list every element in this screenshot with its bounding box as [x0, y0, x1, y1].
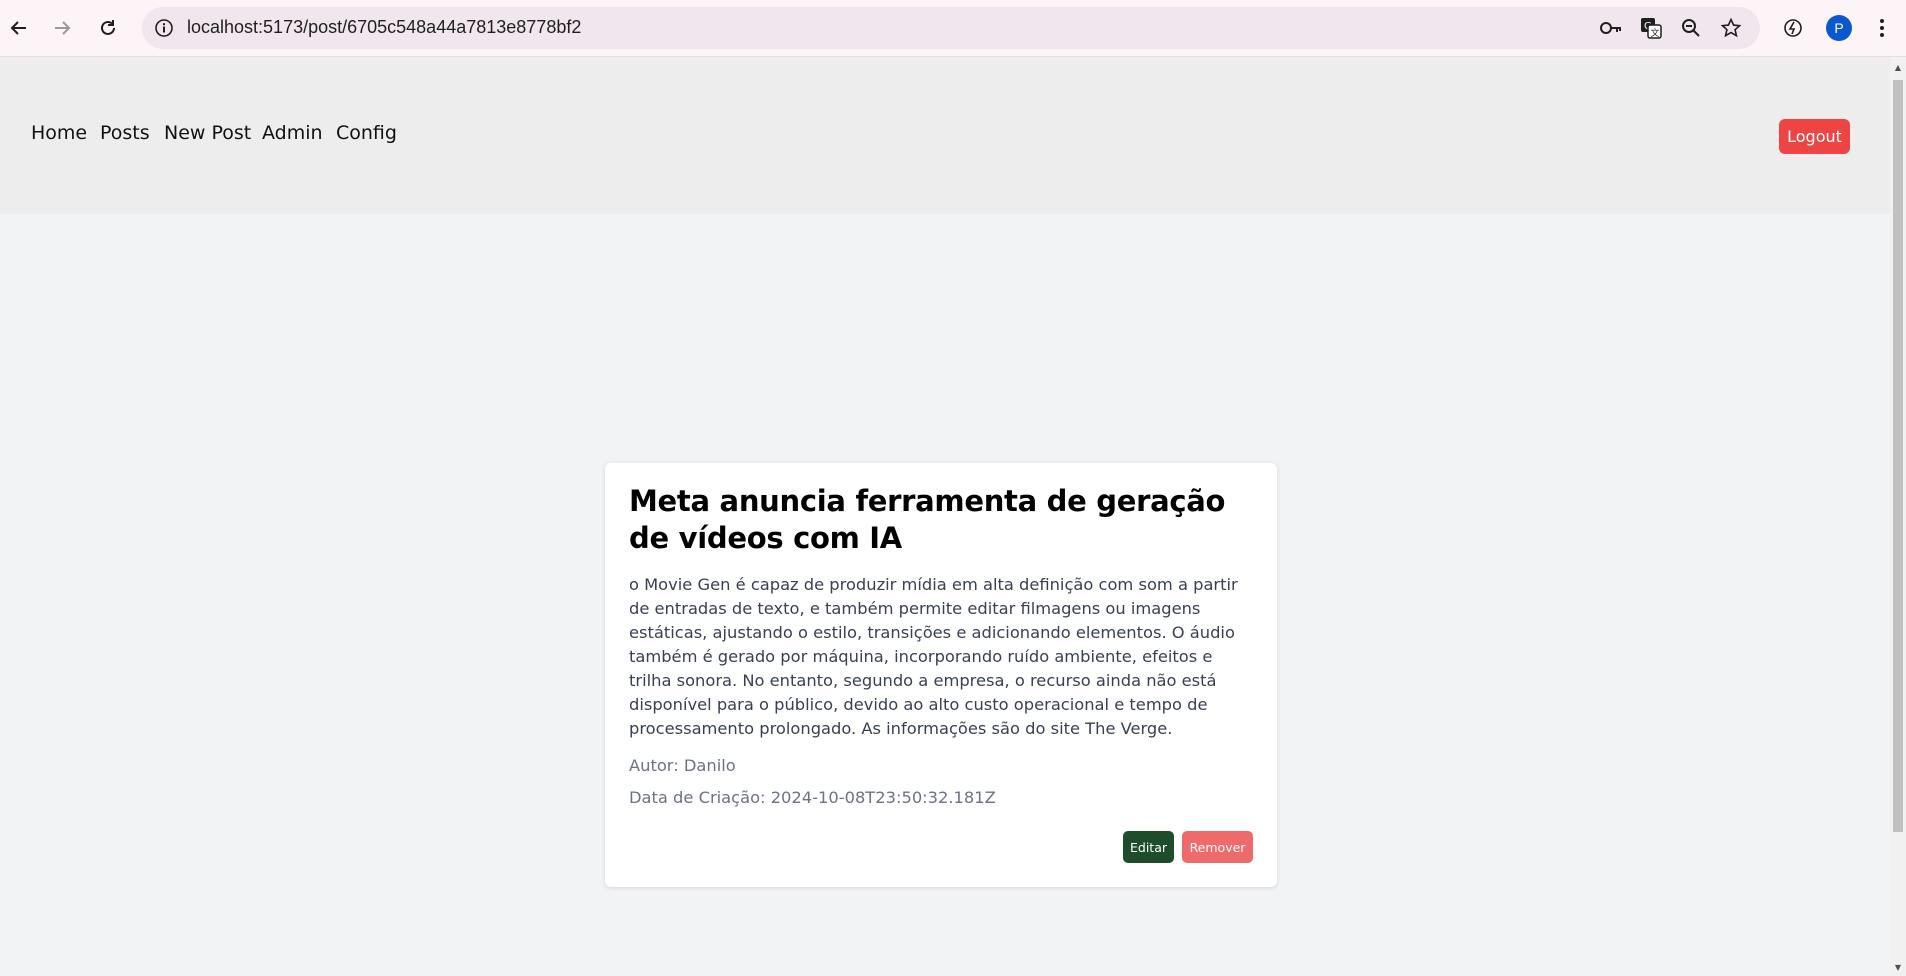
- post-content: o Movie Gen é capaz de produzir mídia em…: [629, 575, 1238, 738]
- profile-avatar[interactable]: P: [1823, 12, 1855, 44]
- remove-button[interactable]: Remover: [1182, 831, 1253, 863]
- post-card: Meta anuncia ferramenta de geração de ví…: [605, 463, 1277, 887]
- post-created-date: Data de Criação: 2024-10-08T23:50:32.181…: [629, 788, 996, 807]
- logout-button[interactable]: Logout: [1779, 119, 1850, 154]
- extension-icon[interactable]: [1777, 12, 1809, 44]
- reload-icon[interactable]: [92, 12, 124, 44]
- back-icon[interactable]: [3, 12, 35, 44]
- menu-icon[interactable]: [1866, 12, 1898, 44]
- post-actions: Editar Remover: [1123, 831, 1253, 863]
- scroll-down-icon[interactable]: ▼: [1890, 960, 1906, 974]
- scrollbar-thumb[interactable]: [1893, 80, 1903, 832]
- scroll-up-icon[interactable]: ▲: [1890, 60, 1906, 74]
- translate-icon[interactable]: G文: [1639, 16, 1663, 40]
- address-bar[interactable]: localhost:5173/post/6705c548a44a7813e877…: [142, 7, 1760, 49]
- nav-config[interactable]: Config: [336, 122, 397, 144]
- url-text: localhost:5173/post/6705c548a44a7813e877…: [187, 17, 582, 37]
- bookmark-star-icon[interactable]: [1719, 16, 1743, 40]
- site-header: Home Posts New Post Admin Config Logout: [0, 57, 1890, 214]
- post-title: Meta anuncia ferramenta de geração de ví…: [629, 484, 1226, 555]
- browser-toolbar: localhost:5173/post/6705c548a44a7813e877…: [0, 0, 1906, 57]
- svg-text:文: 文: [1651, 27, 1660, 39]
- zoom-icon[interactable]: [1679, 16, 1703, 40]
- site-info-icon[interactable]: [152, 16, 176, 40]
- post-author: Autor: Danilo: [629, 756, 736, 775]
- nav-admin[interactable]: Admin: [262, 122, 323, 144]
- nav-posts[interactable]: Posts: [100, 122, 150, 144]
- nav-home[interactable]: Home: [31, 122, 87, 144]
- nav-new-post[interactable]: New Post: [164, 122, 251, 144]
- key-icon[interactable]: [1599, 16, 1623, 40]
- edit-button[interactable]: Editar: [1123, 831, 1174, 863]
- forward-icon[interactable]: [46, 12, 78, 44]
- profile-initial: P: [1826, 15, 1852, 41]
